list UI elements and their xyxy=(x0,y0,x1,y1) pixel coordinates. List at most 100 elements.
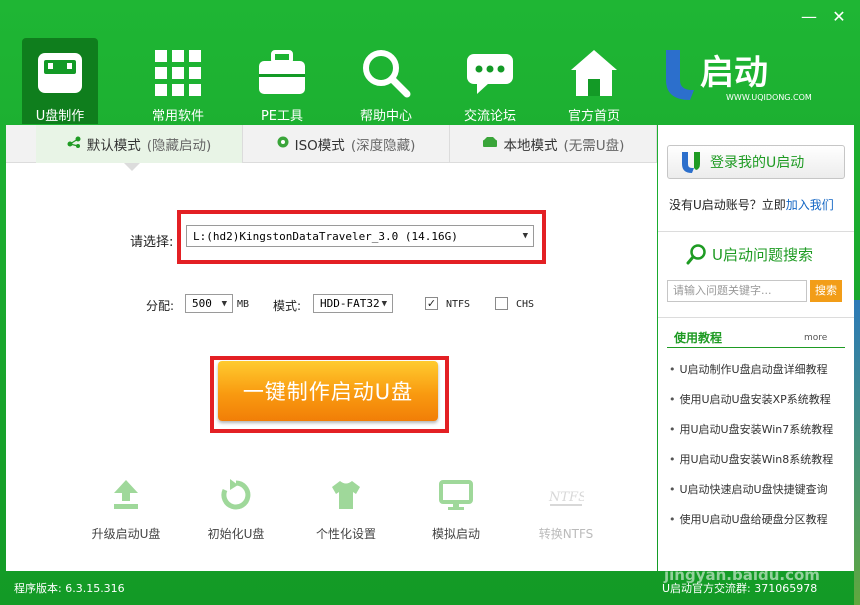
tutorial-underline xyxy=(667,347,845,348)
tutorial-list: U启动制作U盘启动盘详细教程 使用U启动U盘安装XP系统教程 用U启动U盘安装W… xyxy=(669,361,853,541)
search-icon xyxy=(359,46,413,99)
question-search-title: U启动问题搜索 xyxy=(686,243,813,265)
divider xyxy=(658,317,854,318)
search-title-text: U启动问题搜索 xyxy=(712,245,813,264)
logo-url: WWW.UQIDONG.COM xyxy=(726,93,812,102)
tutorial-link[interactable]: 使用U启动U盘安装XP系统教程 xyxy=(669,391,853,421)
tool-label: 模拟启动 xyxy=(431,527,480,541)
tab-sub: (无需U盘) xyxy=(563,138,625,154)
account-text: 没有U启动账号？立即 xyxy=(669,198,786,212)
tab-local-mode[interactable]: 本地模式 (无需U盘) xyxy=(450,125,657,163)
toolbox-icon xyxy=(255,46,309,99)
init-usb-button[interactable]: 初始化U盘 xyxy=(186,477,286,542)
mode-tabs: 默认模式 (隐藏启动) ISO模式 (深度隐藏) 本地模式 (无需U盘) xyxy=(6,125,657,163)
nav-label: PE工具 xyxy=(260,109,304,124)
hard-disk-icon xyxy=(482,136,498,152)
upgrade-arrow-icon xyxy=(114,480,138,509)
alloc-value: 500 xyxy=(192,297,212,310)
nav-forum[interactable]: 交流论坛 xyxy=(438,38,542,124)
reset-icon xyxy=(221,479,251,510)
home-icon xyxy=(567,46,621,99)
tool-label: 个性化设置 xyxy=(315,527,376,541)
tab-caret xyxy=(124,163,140,171)
tab-label: ISO模式 xyxy=(294,138,345,154)
tool-label: 转换NTFS xyxy=(538,527,594,541)
dropdown-arrow-icon: ▼ xyxy=(381,298,387,309)
nav-usb-make[interactable]: U盘制作 xyxy=(22,38,98,124)
alloc-label: 分配: xyxy=(146,299,175,313)
login-label: 登录我的U启动 xyxy=(710,155,805,171)
nav-pe-tools[interactable]: PE工具 xyxy=(230,38,334,124)
simulate-boot-button[interactable]: 模拟启动 xyxy=(406,477,506,542)
u-logo-icon xyxy=(682,152,700,173)
divider xyxy=(658,231,854,232)
desktop-background xyxy=(854,300,860,605)
nav-label: 帮助中心 xyxy=(359,109,412,124)
tool-row: 升级启动U盘 初始化U盘 个性化设置 模拟启动 NTFS 转换NTFS xyxy=(76,477,616,542)
ntfs-icon: NTFS xyxy=(548,490,584,506)
device-select-label: 请选择: xyxy=(130,235,174,250)
alloc-select[interactable]: 500 ▼ xyxy=(185,294,233,313)
tool-label: 升级启动U盘 xyxy=(91,527,161,541)
device-select-value: L:(hd2)KingstonDataTraveler_3.0 (14.16G) xyxy=(193,229,458,243)
tshirt-icon xyxy=(332,481,360,509)
svg-text:NTFS: NTFS xyxy=(548,490,584,505)
watermark-url: jingyan.baidu.com xyxy=(664,566,820,584)
tutorial-link[interactable]: 用U启动U盘安装Win8系统教程 xyxy=(669,451,853,481)
join-link[interactable]: 加入我们 xyxy=(786,198,834,212)
nav-label: 常用软件 xyxy=(151,109,204,124)
tutorial-link[interactable]: U启动制作U盘启动盘详细教程 xyxy=(669,361,853,391)
nav-help-center[interactable]: 帮助中心 xyxy=(334,38,438,124)
nav-homepage[interactable]: 官方首页 xyxy=(542,38,646,124)
more-link[interactable]: more xyxy=(804,333,827,343)
search-button[interactable]: 搜索 xyxy=(810,280,842,302)
dropdown-arrow-icon: ▼ xyxy=(522,231,528,241)
mode-label: 模式: xyxy=(273,299,302,313)
dropdown-arrow-icon: ▼ xyxy=(221,298,227,309)
tutorial-link[interactable]: 用U启动U盘安装Win7系统教程 xyxy=(669,421,853,451)
chs-checkbox[interactable] xyxy=(495,297,508,310)
tab-sub: (深度隐藏) xyxy=(350,138,416,154)
login-button[interactable]: 登录我的U启动 xyxy=(667,145,845,179)
tab-sub: (隐藏启动) xyxy=(146,138,212,154)
ntfs-checkbox[interactable]: ✓ xyxy=(425,297,438,310)
nav-common-software[interactable]: 常用软件 xyxy=(126,38,230,124)
tab-label: 默认模式 xyxy=(86,138,141,154)
chat-bubble-icon xyxy=(463,46,517,99)
tab-label: 本地模式 xyxy=(503,138,558,154)
version-text: 程序版本: 6.3.15.316 xyxy=(14,582,125,595)
question-search-input[interactable]: 请输入问题关键字... xyxy=(667,280,807,302)
disc-icon xyxy=(277,136,289,152)
nav-label: U盘制作 xyxy=(35,109,85,124)
mode-value: HDD-FAT32 xyxy=(320,297,380,310)
upgrade-usb-button[interactable]: 升级启动U盘 xyxy=(76,477,176,542)
top-nav: U盘制作 常用软件 PE工具 帮助中心 交流论坛 官方首页 xyxy=(22,38,646,124)
logo-text: 启动 xyxy=(700,53,768,93)
mode-select[interactable]: HDD-FAT32 ▼ xyxy=(313,294,393,313)
account-prompt: 没有U启动账号？立即加入我们 xyxy=(669,196,834,213)
tab-default-mode[interactable]: 默认模式 (隐藏启动) xyxy=(36,125,243,163)
ntfs-label: NTFS xyxy=(446,299,471,310)
close-button[interactable]: ✕ xyxy=(826,6,852,28)
watermark-brand: Bai 经验 xyxy=(664,528,788,563)
nav-label: 官方首页 xyxy=(567,109,620,124)
tab-iso-mode[interactable]: ISO模式 (深度隐藏) xyxy=(243,125,450,163)
monitor-icon xyxy=(439,480,473,510)
usb-drive-icon xyxy=(33,46,87,99)
chs-label: CHS xyxy=(516,299,535,310)
device-select[interactable]: L:(hd2)KingstonDataTraveler_3.0 (14.16G)… xyxy=(186,225,534,247)
brand-logo: 启动 WWW.UQIDONG.COM xyxy=(660,44,830,104)
make-boot-usb-button[interactable]: 一键制作启动U盘 xyxy=(218,361,438,421)
alloc-unit: MB xyxy=(237,299,250,310)
search-icon xyxy=(686,244,706,265)
tutorial-link[interactable]: U启动快速启动U盘快捷键查询 xyxy=(669,481,853,511)
convert-ntfs-button[interactable]: NTFS 转换NTFS xyxy=(516,477,616,542)
share-icon xyxy=(67,136,81,152)
personalize-button[interactable]: 个性化设置 xyxy=(296,477,396,542)
app-window: — ✕ U盘制作 常用软件 PE工具 帮助中心 交流论坛 官方首页 启动 WWW… xyxy=(0,0,860,605)
main-panel: 默认模式 (隐藏启动) ISO模式 (深度隐藏) 本地模式 (无需U盘) 请选择: L… xyxy=(6,125,657,571)
tool-label: 初始化U盘 xyxy=(207,527,265,541)
tutorial-heading: 使用教程 xyxy=(674,331,723,345)
apps-grid-icon xyxy=(151,46,205,99)
minimize-button[interactable]: — xyxy=(796,6,822,28)
